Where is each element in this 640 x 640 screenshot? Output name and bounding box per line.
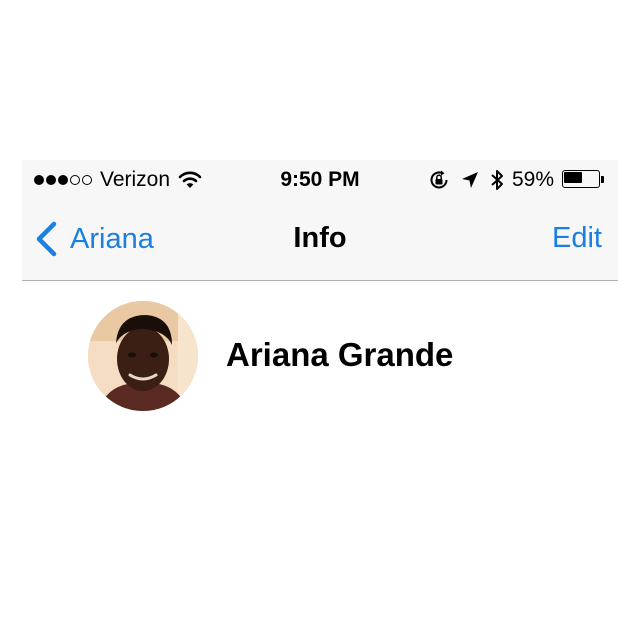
status-bar: Verizon 9:50 PM 59% xyxy=(22,160,618,200)
contact-name: Ariana Grande xyxy=(226,336,454,373)
rotation-lock-icon xyxy=(430,170,448,189)
navigation-bar: Ariana Info Edit xyxy=(22,200,618,280)
avatar[interactable] xyxy=(88,301,198,411)
contact-header: Ariana Grande xyxy=(22,281,618,421)
battery-percentage: 59% xyxy=(511,168,554,191)
page-title: Info xyxy=(293,222,347,254)
battery-icon xyxy=(562,170,606,190)
location-arrow-icon xyxy=(461,172,478,188)
edit-button[interactable]: Edit xyxy=(552,222,602,255)
bluetooth-icon xyxy=(491,170,503,190)
phone-screen: Verizon 9:50 PM 59% Ariana Info Edit Ari… xyxy=(22,160,618,640)
contact-photo xyxy=(88,301,198,411)
status-right: 59% xyxy=(418,168,606,192)
